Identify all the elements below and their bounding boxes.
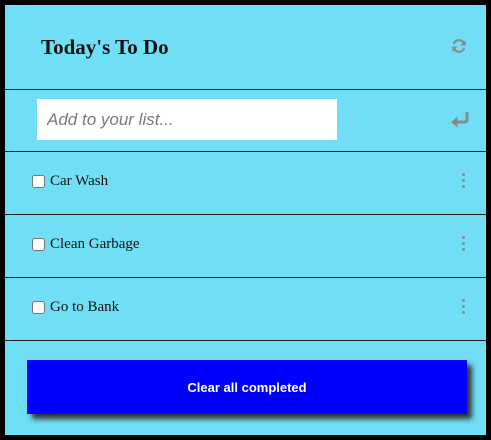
item-label: Car Wash <box>50 173 109 189</box>
item-checkbox[interactable] <box>32 175 45 188</box>
clear-completed-button[interactable]: Clear all completed <box>27 360 467 414</box>
more-vertical-icon[interactable] <box>460 236 466 254</box>
item-checkbox[interactable] <box>32 301 45 314</box>
list-item: Go to Bank <box>5 278 486 341</box>
refresh-icon[interactable] <box>451 38 467 54</box>
todo-app: Today's To Do Car Wash Clean Garbage Go … <box>0 0 491 440</box>
add-item-row <box>5 90 486 152</box>
more-vertical-icon[interactable] <box>460 299 466 317</box>
header: Today's To Do <box>5 5 486 90</box>
page-title: Today's To Do <box>41 35 169 59</box>
item-label: Clean Garbage <box>50 236 140 252</box>
list-item: Clean Garbage <box>5 215 486 278</box>
add-item-input[interactable] <box>37 99 337 140</box>
item-label: Go to Bank <box>50 299 120 315</box>
more-vertical-icon[interactable] <box>460 173 466 191</box>
list-item: Car Wash <box>5 152 486 215</box>
enter-icon[interactable] <box>450 112 470 128</box>
item-checkbox[interactable] <box>32 238 45 251</box>
